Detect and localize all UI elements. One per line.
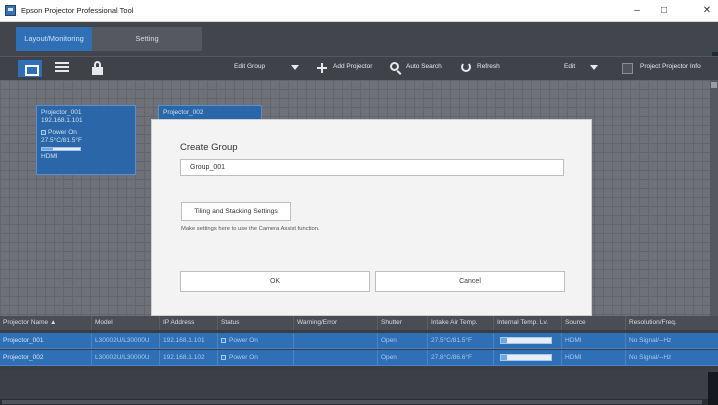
minimize-button[interactable]: – <box>626 3 648 19</box>
table-header: Projector Name ▲ Model IP Address Status… <box>0 316 718 330</box>
cell-model: L30002U/L30000U <box>92 333 160 349</box>
column-header[interactable]: Shutter <box>378 316 428 330</box>
cell-ip-address: 192.168.1.101 <box>160 333 218 349</box>
search-icon[interactable] <box>390 62 399 71</box>
power-status-icon <box>221 338 226 343</box>
chevron-down-icon[interactable] <box>590 65 598 70</box>
list-view-icon[interactable] <box>55 62 69 74</box>
power-status-icon <box>41 130 46 135</box>
cell-status: Power On <box>229 337 258 344</box>
close-button[interactable]: ✕ <box>696 3 718 19</box>
card-source: HDMI <box>41 153 58 160</box>
table-row[interactable]: Projector_002 L30002U/L30000U 192.168.1.… <box>0 350 718 366</box>
projector-card[interactable]: Projector_001 192.168.1.101 Power On 27.… <box>36 105 136 175</box>
table-row[interactable]: Projector_001 L30002U/L30000U 192.168.1.… <box>0 333 718 349</box>
internal-temp-bar <box>500 354 552 361</box>
cell-resolution: No Signal/--Hz <box>629 337 672 344</box>
column-header[interactable]: Resolution/Freq. <box>626 316 718 330</box>
camera-assist-note: Make settings here to use the Camera Ass… <box>181 226 320 232</box>
internal-temp-bar <box>500 337 552 344</box>
edit-group-button[interactable]: Edit Group <box>234 63 265 70</box>
cell-shutter: Open <box>378 350 428 366</box>
column-header[interactable]: Intake Air Temp. <box>428 316 494 330</box>
app-icon <box>5 5 16 16</box>
column-header[interactable]: Status <box>218 316 294 330</box>
tab-setting[interactable]: Setting <box>92 27 202 51</box>
refresh-icon[interactable] <box>461 62 471 72</box>
cell-model: L30002U/L30000U <box>92 350 160 366</box>
cell-intake-temp: 27.8°C/86.6°F <box>428 350 494 366</box>
main-tabs: Layout/Monitoring Setting <box>0 22 718 70</box>
refresh-button[interactable]: Refresh <box>477 63 500 70</box>
projector-table: Projector Name ▲ Model IP Address Status… <box>0 316 718 370</box>
cell-warning <box>294 350 378 366</box>
cell-intake-temp: 27.5°C/81.5°F <box>428 333 494 349</box>
cell-shutter: Open <box>378 333 428 349</box>
window-titlebar: Epson Projector Professional Tool – □ ✕ <box>0 0 718 22</box>
cell-projector-name: Projector_002 <box>0 350 92 366</box>
auto-search-button[interactable]: Auto Search <box>406 63 442 70</box>
cell-ip-address: 192.168.1.102 <box>160 350 218 366</box>
project-projector-info-label: Project Projector Info <box>640 63 701 70</box>
grid-view-icon[interactable] <box>18 60 42 77</box>
column-header[interactable]: IP Address <box>160 316 218 330</box>
card-temperature: 27.5°C/81.5°F <box>41 137 82 144</box>
column-header[interactable]: Source <box>562 316 626 330</box>
tiling-stacking-settings-button[interactable]: Tiling and Stacking Settings <box>181 202 291 221</box>
cell-projector-name: Projector_001 <box>0 333 92 349</box>
edit-button[interactable]: Edit <box>564 63 575 70</box>
vertical-scrollbar[interactable] <box>710 80 718 316</box>
power-status-icon <box>221 355 226 360</box>
cell-resolution: No Signal/--Hz <box>629 354 672 361</box>
plus-icon[interactable] <box>317 63 327 73</box>
ok-button[interactable]: OK <box>180 271 370 292</box>
window-title: Epson Projector Professional Tool <box>21 6 134 15</box>
card-projector-name: Projector_002 <box>163 109 204 116</box>
cell-status: Power On <box>229 354 258 361</box>
toolbar: Edit Group Add Projector Auto Search Ref… <box>0 56 718 80</box>
maximize-button[interactable]: □ <box>653 3 675 19</box>
create-group-dialog: Create Group Tiling and Stacking Setting… <box>151 119 592 316</box>
project-info-checkbox[interactable] <box>622 63 633 74</box>
group-name-input[interactable] <box>180 159 564 176</box>
card-temp-level-bar <box>41 147 81 151</box>
column-header[interactable]: Projector Name ▲ <box>0 316 92 330</box>
card-projector-name: Projector_001 <box>41 109 82 116</box>
chevron-down-icon[interactable] <box>291 65 299 70</box>
add-projector-button[interactable]: Add Projector <box>333 63 372 70</box>
cell-source: HDMI <box>562 350 626 366</box>
card-power-status: Power On <box>48 129 77 136</box>
cancel-button[interactable]: Cancel <box>375 271 565 292</box>
column-header[interactable]: Internal Temp. Lv. <box>494 316 562 330</box>
column-header[interactable]: Model <box>92 316 160 330</box>
cell-warning <box>294 333 378 349</box>
lock-icon[interactable] <box>92 61 104 75</box>
column-header[interactable]: Warning/Error <box>294 316 378 330</box>
cell-source: HDMI <box>562 333 626 349</box>
side-tab[interactable] <box>708 372 718 405</box>
horizontal-scrollbar[interactable] <box>0 399 708 405</box>
tab-layout-monitoring[interactable]: Layout/Monitoring <box>16 27 92 51</box>
card-ip-address: 192.168.1.101 <box>41 117 83 124</box>
dialog-title: Create Group <box>180 142 238 153</box>
